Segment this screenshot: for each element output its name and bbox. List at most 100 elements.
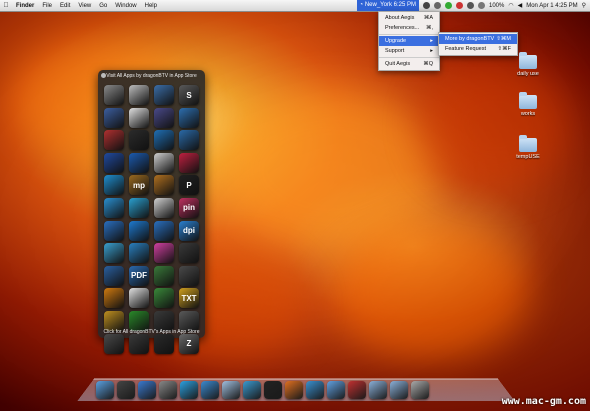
app-icon[interactable] — [179, 152, 199, 173]
app-icon[interactable] — [104, 265, 124, 286]
app-icon[interactable] — [154, 175, 174, 196]
aegis-status-item[interactable]: ◔ New_York 6:25 PM — [356, 0, 419, 11]
app-icon[interactable] — [104, 107, 124, 128]
status-icon[interactable] — [455, 2, 463, 9]
app-icon[interactable] — [129, 130, 149, 151]
fire-blob — [330, 220, 530, 360]
skype-icon[interactable] — [180, 381, 198, 399]
menu-item-support[interactable]: Support ▸ — [379, 46, 439, 56]
apple-icon[interactable]:  — [0, 2, 12, 9]
app-icon[interactable] — [104, 288, 124, 309]
itunes-icon[interactable] — [243, 381, 261, 399]
menu-finder[interactable]: Finder — [12, 3, 38, 9]
wifi-icon[interactable]: ◠ — [508, 2, 513, 9]
watermark-text: www.mac-gm.com — [501, 396, 586, 407]
app-icon[interactable] — [104, 197, 124, 218]
volume-icon[interactable]: ◀ — [518, 2, 523, 9]
app-icon[interactable] — [154, 288, 174, 309]
folder-icon — [519, 92, 537, 109]
menu-item-feature-request[interactable]: Feature Request ⇧⌘F — [439, 44, 517, 54]
app-icon[interactable]: S — [179, 85, 199, 105]
dock — [96, 381, 429, 399]
status-icon[interactable] — [444, 2, 452, 9]
app-icon[interactable] — [104, 175, 124, 196]
folder-icon[interactable] — [390, 381, 408, 399]
spotlight-icon[interactable]: ⚲ — [582, 2, 586, 9]
folder-label: daily use — [517, 71, 539, 77]
desktop-folder-tempuse[interactable]: tempUSE — [508, 135, 548, 160]
app-icon[interactable] — [154, 152, 174, 173]
app-icon[interactable] — [129, 107, 149, 128]
trash-icon[interactable] — [411, 381, 429, 399]
menu-item-more-by-dragonbtv[interactable]: More by dragonBTV ⇧⌘M — [439, 34, 517, 44]
system-prefs-icon[interactable] — [159, 381, 177, 399]
menu-edit[interactable]: Edit — [56, 3, 74, 9]
menu-item-preferences[interactable]: Preferences... ⌘, — [379, 23, 439, 33]
app-icon[interactable] — [154, 107, 174, 128]
app-icon[interactable] — [179, 107, 199, 128]
app-icon[interactable]: PDF — [129, 265, 149, 286]
app-icon[interactable]: TXT — [179, 288, 199, 309]
dvd-icon[interactable] — [264, 381, 282, 399]
desktop-folder-daily-use[interactable]: daily use — [508, 52, 548, 77]
app-icon[interactable] — [129, 85, 149, 105]
app-icon[interactable] — [104, 243, 124, 264]
menu-item-shortcut: ⇧⌘M — [496, 36, 511, 42]
preview-icon[interactable] — [222, 381, 240, 399]
mail-icon[interactable] — [327, 381, 345, 399]
app-icon[interactable] — [129, 152, 149, 173]
status-icon[interactable] — [477, 2, 485, 9]
finder-icon[interactable] — [96, 381, 114, 399]
menu-window[interactable]: Window — [111, 3, 140, 9]
app-icon[interactable] — [179, 243, 199, 264]
app-icon[interactable]: dpi — [179, 220, 199, 241]
messages-icon[interactable] — [306, 381, 324, 399]
panel-header-link[interactable]: Visit All Apps by dragonBTV in App Store — [98, 70, 205, 82]
app-icon[interactable] — [104, 220, 124, 241]
app-icon[interactable] — [179, 265, 199, 286]
menu-item-quit[interactable]: Quit Aegis ⌘Q — [379, 59, 439, 69]
app-icon[interactable]: mp — [129, 175, 149, 196]
menu-item-label: Upgrade — [385, 38, 407, 44]
menubar-clock[interactable]: Mon Apr 1 4:25 PM — [526, 3, 577, 9]
app-icon[interactable] — [154, 243, 174, 264]
app-icon[interactable] — [154, 85, 174, 105]
app-icon[interactable] — [154, 130, 174, 151]
app-icon[interactable] — [104, 130, 124, 151]
menu-file[interactable]: File — [38, 3, 56, 9]
folder-icon — [519, 135, 537, 152]
app-icon[interactable] — [179, 130, 199, 151]
app-icon[interactable] — [129, 288, 149, 309]
menu-item-label: More by dragonBTV — [445, 36, 495, 42]
menu-help[interactable]: Help — [141, 3, 161, 9]
app-icon[interactable] — [104, 152, 124, 173]
fire-blob — [420, 60, 570, 190]
status-icon[interactable] — [433, 2, 441, 9]
folder-icon[interactable] — [369, 381, 387, 399]
app-icon[interactable] — [129, 220, 149, 241]
desktop-folder-works[interactable]: works — [508, 92, 548, 117]
app-store-icon[interactable] — [138, 381, 156, 399]
app-icon[interactable]: pin — [179, 197, 199, 218]
panel-footer-link[interactable]: Click for All dragonBTV's Apps in App St… — [98, 326, 205, 338]
safari-icon[interactable] — [201, 381, 219, 399]
status-icon[interactable] — [466, 2, 474, 9]
battery-label[interactable]: 100% — [489, 3, 504, 9]
dashboard-icon[interactable] — [117, 381, 135, 399]
firefox-icon[interactable] — [285, 381, 303, 399]
filezilla-icon[interactable] — [348, 381, 366, 399]
menu-item-upgrade[interactable]: Upgrade ▸ — [379, 36, 439, 46]
app-icon[interactable] — [129, 243, 149, 264]
menu-go[interactable]: Go — [95, 3, 111, 9]
app-icon[interactable]: P — [179, 175, 199, 196]
app-icon[interactable] — [104, 85, 124, 105]
menu-item-about[interactable]: About Aegis ⌘A — [379, 13, 439, 23]
menu-view[interactable]: View — [74, 3, 95, 9]
status-icon[interactable] — [422, 2, 430, 9]
app-icon[interactable] — [129, 197, 149, 218]
app-icon[interactable] — [154, 265, 174, 286]
menu-item-shortcut: ⌘A — [423, 15, 433, 21]
app-icon[interactable] — [154, 220, 174, 241]
close-icon[interactable] — [101, 73, 106, 78]
app-icon[interactable] — [154, 197, 174, 218]
